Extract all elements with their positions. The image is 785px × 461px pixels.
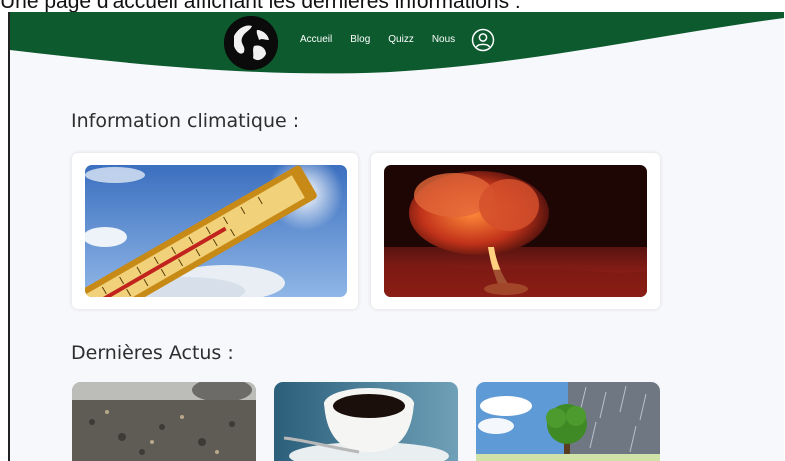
browser-viewport: Accueil Blog Quizz Nous Information clim… xyxy=(8,12,784,461)
news-card-landfill[interactable] xyxy=(72,382,256,461)
nav-quizz[interactable]: Quizz xyxy=(388,30,414,50)
nav-blog[interactable]: Blog xyxy=(350,30,370,50)
tree-weather-image xyxy=(476,382,660,461)
main-nav: Accueil Blog Quizz Nous xyxy=(300,28,495,52)
thermometer-sky-image xyxy=(85,165,347,297)
climate-section-title: Information climatique : xyxy=(71,110,300,132)
climate-card-thermometer[interactable] xyxy=(72,153,358,309)
earth-globe-icon[interactable] xyxy=(224,16,278,70)
coffee-cup-image xyxy=(274,382,458,461)
nav-nous[interactable]: Nous xyxy=(432,30,455,50)
landfill-waste-image xyxy=(72,382,256,461)
nav-accueil[interactable]: Accueil xyxy=(300,30,332,50)
user-account-icon[interactable] xyxy=(471,28,495,52)
climate-card-volcano[interactable] xyxy=(371,153,660,309)
news-card-tree[interactable] xyxy=(476,382,660,461)
news-card-coffee[interactable] xyxy=(274,382,458,461)
volcano-eruption-image xyxy=(384,165,647,297)
news-section-title: Dernières Actus : xyxy=(71,342,234,364)
